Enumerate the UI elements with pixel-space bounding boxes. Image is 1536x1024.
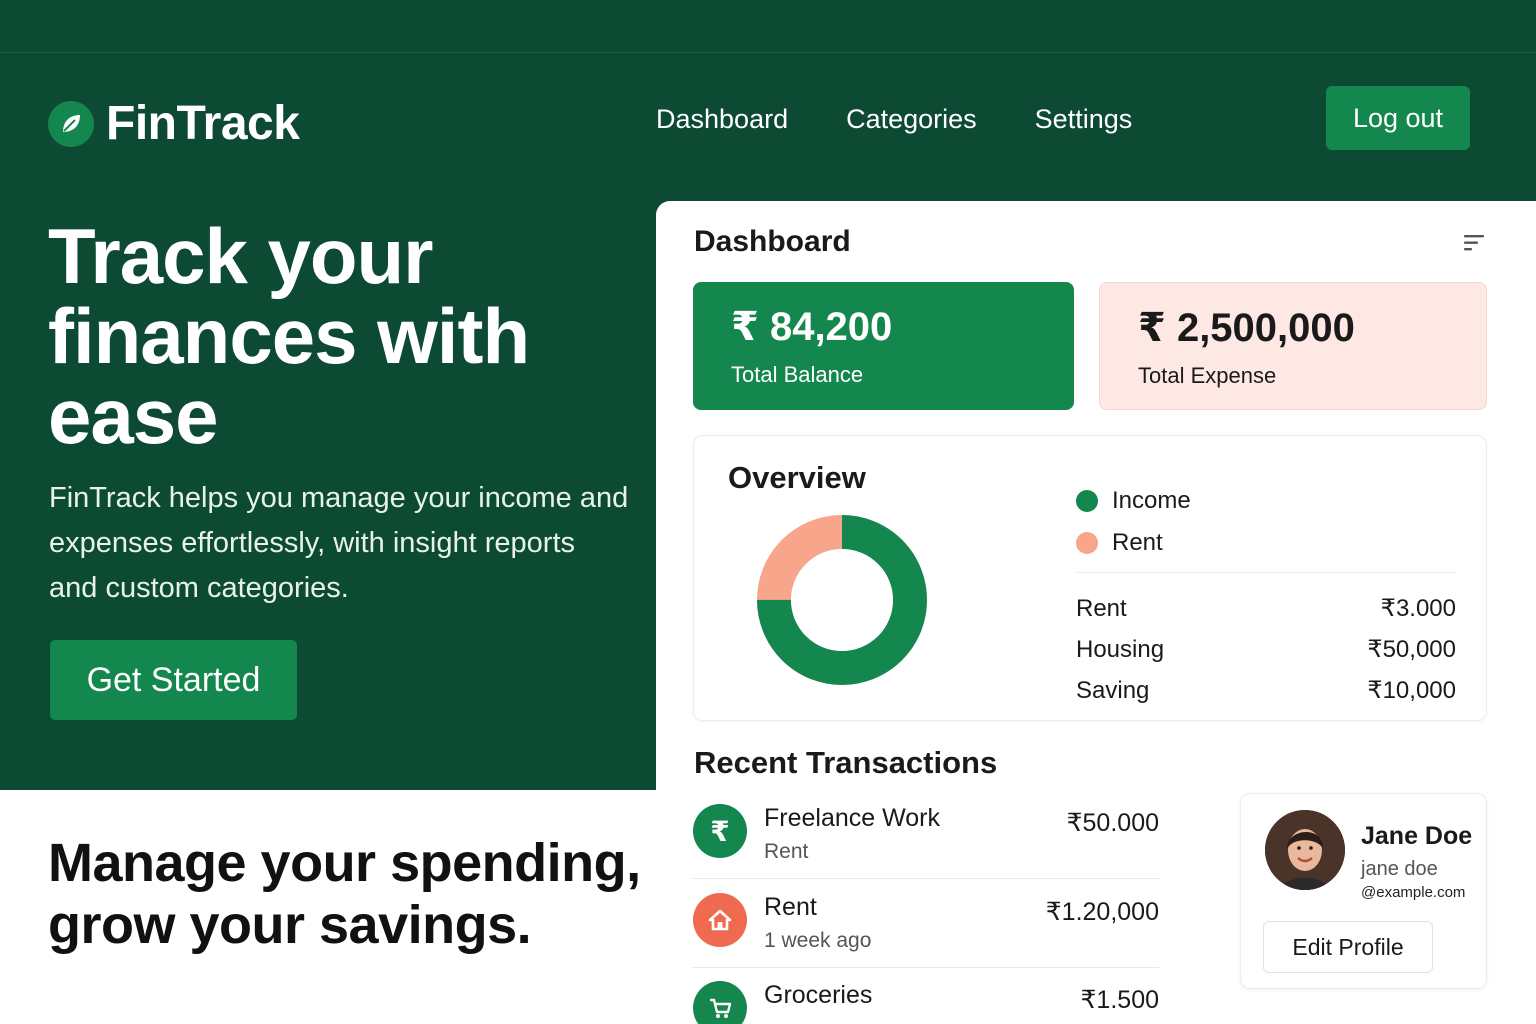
donut-hole bbox=[791, 549, 893, 651]
cart-icon bbox=[693, 981, 747, 1024]
profile-card: Jane Doe jane doe @example.com Edit Prof… bbox=[1240, 793, 1487, 989]
row-divider bbox=[693, 967, 1159, 968]
overview-divider bbox=[1076, 572, 1456, 573]
transaction-row[interactable]: Rent 1 week ago ₹1.20,000 bbox=[693, 893, 1159, 973]
profile-handle: jane doe bbox=[1361, 858, 1438, 880]
dashboard-panel: Dashboard ₹ 84,200 Total Balance ₹ 2,500… bbox=[656, 201, 1536, 1024]
get-started-button[interactable]: Get Started bbox=[50, 640, 297, 720]
breakdown-row-housing: Housing ₹50,000 bbox=[1076, 629, 1456, 670]
brand-name: FinTrack bbox=[106, 97, 300, 150]
leaf-icon bbox=[48, 100, 94, 147]
transaction-subtitle: 1 week ago bbox=[764, 929, 872, 952]
legend-item-rent: Rent bbox=[1076, 522, 1191, 564]
main-nav: Dashboard Categories Settings bbox=[656, 100, 1190, 138]
breakdown-amount: ₹3.000 bbox=[1380, 595, 1456, 622]
edit-profile-button[interactable]: Edit Profile bbox=[1263, 921, 1433, 973]
legend-dot-income bbox=[1076, 490, 1098, 512]
brand[interactable]: FinTrack bbox=[48, 96, 300, 151]
total-balance-card: ₹ 84,200 Total Balance bbox=[693, 282, 1074, 410]
avatar[interactable] bbox=[1265, 810, 1345, 890]
total-balance-value: ₹ 84,200 bbox=[731, 305, 893, 349]
total-expense-label: Total Expense bbox=[1138, 363, 1277, 388]
transaction-row[interactable]: Groceries ₹1.500 bbox=[693, 981, 1159, 1024]
breakdown-label: Housing bbox=[1076, 635, 1165, 663]
hero-subtitle: FinTrack helps you manage your income an… bbox=[49, 482, 629, 604]
breakdown-label: Rent bbox=[1076, 594, 1127, 622]
overview-title: Overview bbox=[728, 460, 866, 495]
transaction-name: Rent bbox=[764, 893, 817, 921]
nav-dashboard[interactable]: Dashboard bbox=[656, 100, 788, 138]
nav-settings[interactable]: Settings bbox=[1035, 100, 1133, 138]
total-expense-card: ₹ 2,500,000 Total Expense bbox=[1099, 282, 1487, 410]
legend-item-income: Income bbox=[1076, 480, 1191, 522]
filter-lines-icon[interactable] bbox=[1462, 231, 1486, 255]
overview-legend: Income Rent bbox=[1076, 480, 1191, 564]
profile-email: @example.com bbox=[1361, 884, 1466, 901]
legend-label-income: Income bbox=[1112, 487, 1191, 514]
profile-name: Jane Doe bbox=[1361, 822, 1473, 850]
breakdown-amount: ₹50,000 bbox=[1367, 636, 1456, 663]
overview-breakdown: Rent ₹3.000 Housing ₹50,000 Saving ₹10,0… bbox=[1076, 588, 1456, 711]
transaction-row[interactable]: ₹ Freelance Work Rent ₹50.000 bbox=[693, 804, 1159, 884]
total-expense-value: ₹ 2,500,000 bbox=[1138, 306, 1355, 350]
dashboard-title: Dashboard bbox=[694, 225, 851, 258]
transaction-amount: ₹1.20,000 bbox=[1045, 898, 1159, 926]
legend-label-rent: Rent bbox=[1112, 529, 1163, 556]
transaction-amount: ₹50.000 bbox=[1066, 809, 1159, 837]
breakdown-row-saving: Saving ₹10,000 bbox=[1076, 670, 1456, 711]
overview-card: Overview Income Rent Rent ₹3.000 Housing bbox=[693, 435, 1487, 721]
row-divider bbox=[693, 878, 1159, 879]
logout-button[interactable]: Log out bbox=[1326, 86, 1470, 150]
breakdown-label: Saving bbox=[1076, 676, 1150, 704]
total-balance-label: Total Balance bbox=[731, 362, 864, 387]
overview-donut-chart bbox=[757, 515, 927, 685]
lower-section-title: Manage your spending, grow your savings. bbox=[48, 833, 641, 955]
nav-categories[interactable]: Categories bbox=[846, 100, 977, 138]
transaction-amount: ₹1.500 bbox=[1080, 986, 1159, 1014]
legend-dot-rent bbox=[1076, 532, 1098, 554]
hero-title: Track your finances with ease bbox=[48, 212, 530, 460]
transaction-subtitle: Rent bbox=[764, 840, 809, 863]
recent-transactions-title: Recent Transactions bbox=[694, 745, 998, 780]
breakdown-row-rent: Rent ₹3.000 bbox=[1076, 588, 1456, 629]
breakdown-amount: ₹10,000 bbox=[1367, 677, 1456, 704]
transaction-name: Freelance Work bbox=[764, 804, 940, 832]
rupee-icon: ₹ bbox=[693, 804, 747, 858]
transaction-name: Groceries bbox=[764, 981, 873, 1009]
top-divider bbox=[0, 52, 1536, 53]
house-icon bbox=[693, 893, 747, 947]
